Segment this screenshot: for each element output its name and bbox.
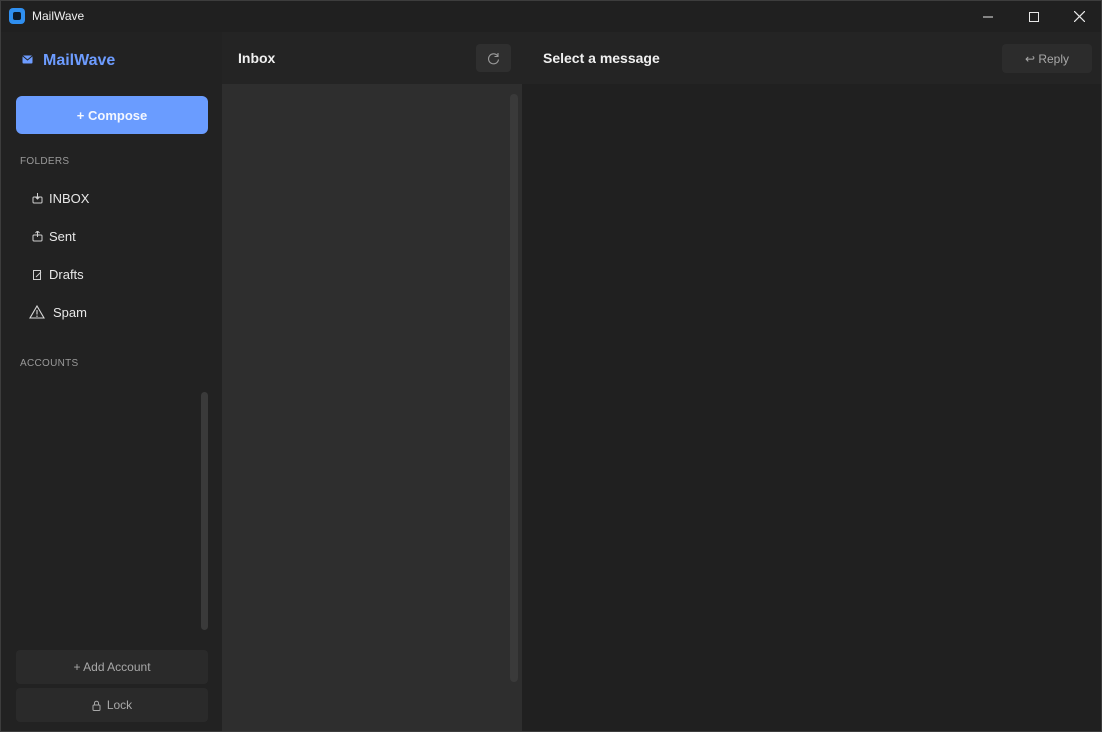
compose-button[interactable]: + Compose	[16, 96, 208, 134]
brand: MailWave	[22, 52, 115, 70]
reply-label: ↩ Reply	[1024, 51, 1070, 66]
message-list[interactable]	[222, 84, 522, 731]
add-account-button[interactable]: + Add Account	[16, 650, 208, 684]
warning-icon	[25, 305, 49, 319]
sidebar-item-label: INBOX	[49, 190, 90, 206]
refresh-icon	[488, 52, 500, 64]
reply-button[interactable]: ↩ Reply	[1002, 44, 1092, 73]
maximize-icon	[1029, 11, 1039, 22]
sidebar-item-sent[interactable]: Sent	[15, 220, 209, 252]
envelope-icon	[22, 55, 33, 67]
close-icon	[1073, 11, 1085, 22]
title-bar: MailWave	[1, 1, 1101, 32]
accounts-section-label: ACCOUNTS	[20, 358, 79, 369]
minimize-button[interactable]	[965, 1, 1011, 32]
message-list-title: Inbox	[238, 50, 276, 66]
refresh-button[interactable]	[476, 44, 511, 72]
app-window: MailWave MailWave + Compose FOLDERS INBO…	[0, 0, 1102, 732]
lock-button[interactable]: Lock	[16, 688, 208, 722]
document-edit-icon	[27, 269, 47, 280]
sidebar-item-drafts[interactable]: Drafts	[15, 258, 209, 290]
message-list-scrollbar[interactable]	[510, 94, 518, 682]
sidebar-item-inbox[interactable]: INBOX	[15, 182, 209, 214]
reading-pane-header: Select a message ↩ Reply	[522, 32, 1101, 84]
sidebar: MailWave + Compose FOLDERS INBOX Sent Dr…	[1, 32, 222, 731]
close-button[interactable]	[1056, 1, 1101, 32]
folders-section-label: FOLDERS	[20, 156, 70, 167]
sidebar-item-label: Drafts	[49, 266, 84, 282]
sidebar-item-label: Sent	[49, 228, 76, 244]
inbox-tray-icon	[27, 192, 47, 204]
sidebar-item-spam[interactable]: Spam	[15, 296, 209, 328]
app-logo-icon	[9, 8, 25, 24]
minimize-icon	[983, 16, 993, 17]
lock-icon	[92, 700, 101, 711]
sidebar-scrollbar[interactable]	[201, 392, 208, 630]
reading-pane	[522, 84, 1101, 731]
lock-label: Lock	[106, 698, 133, 712]
window-title: MailWave	[32, 9, 85, 23]
add-account-label: + Add Account	[73, 660, 151, 674]
message-list-header: Inbox	[222, 32, 522, 84]
brand-name: MailWave	[43, 52, 116, 69]
sidebar-item-label: Spam	[53, 304, 87, 320]
maximize-button[interactable]	[1011, 1, 1057, 32]
reading-pane-title: Select a message	[543, 50, 660, 66]
outbox-tray-icon	[27, 230, 47, 242]
